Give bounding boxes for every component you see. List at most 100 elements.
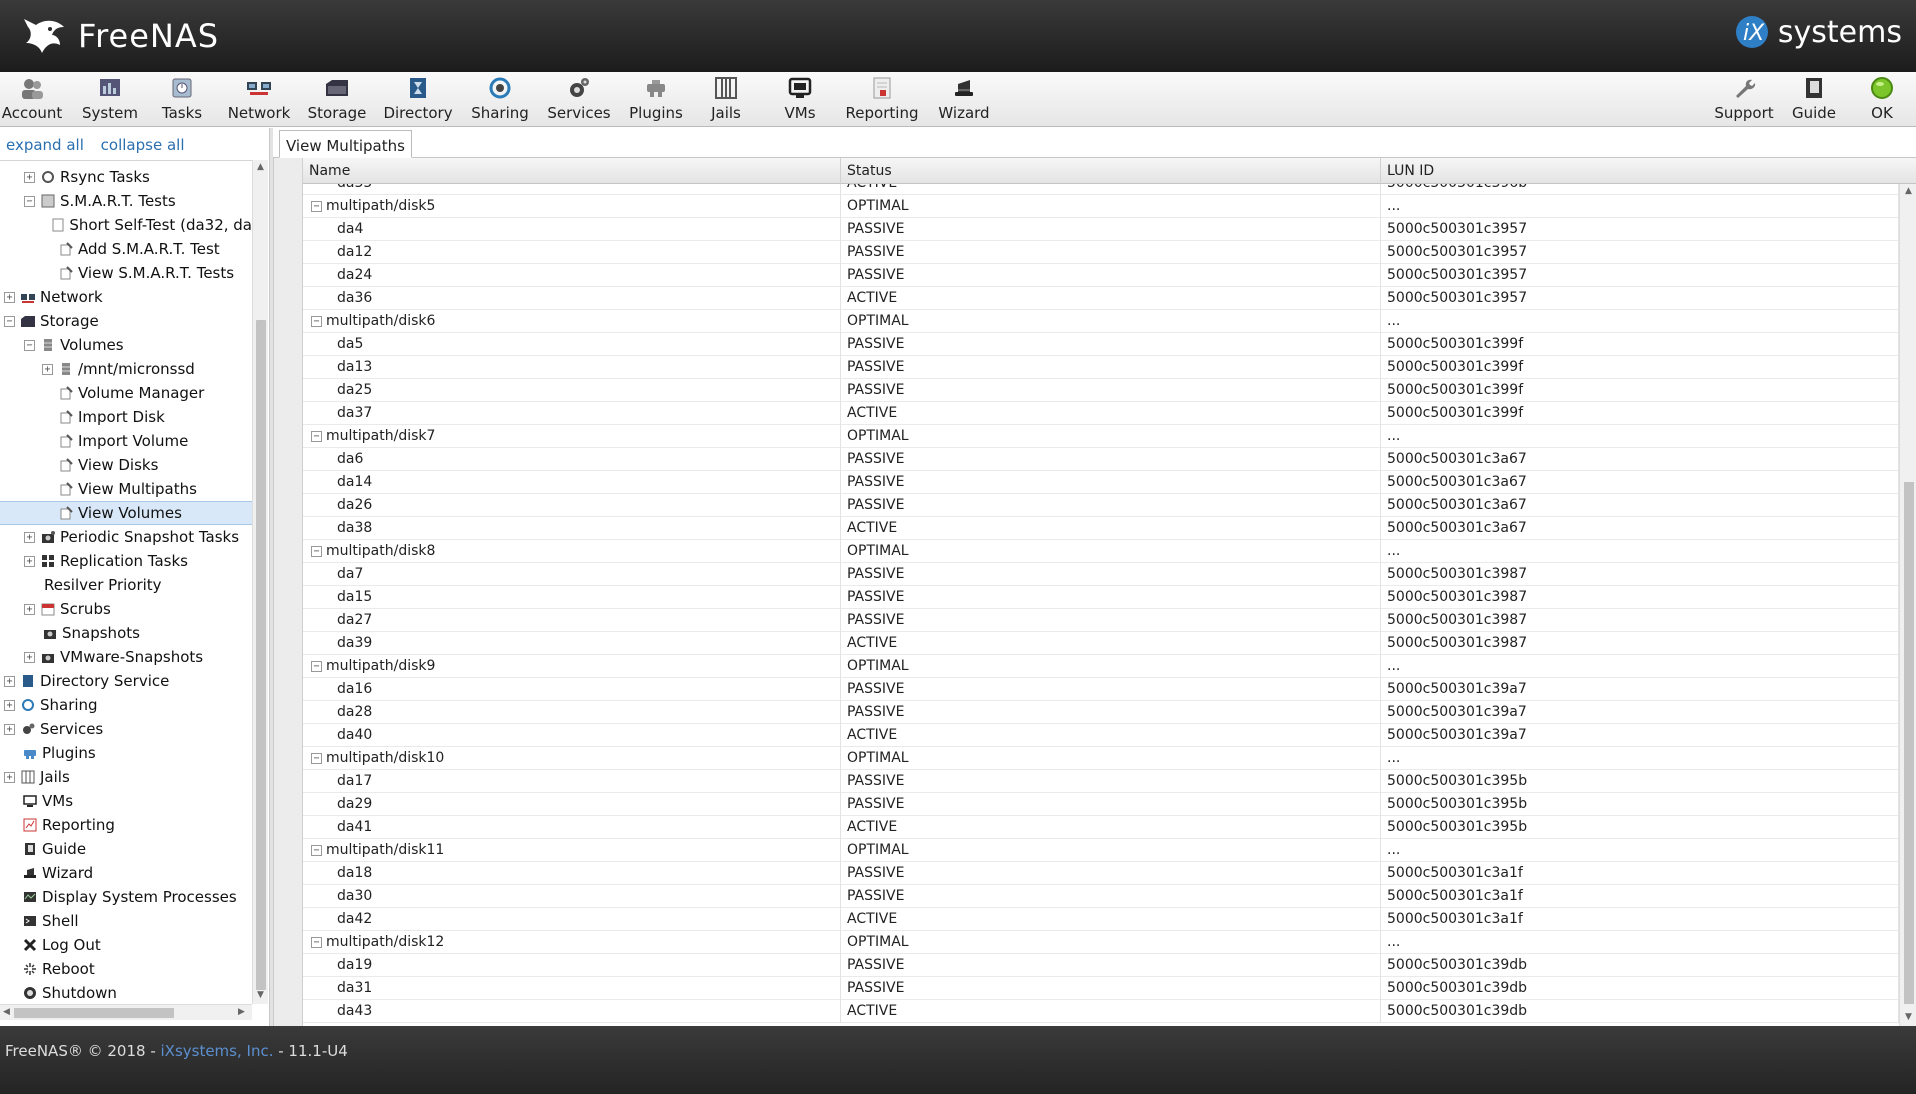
tree-horizontal-scrollbar[interactable]: ◀ ▶ <box>0 1004 252 1020</box>
scroll-right-arrow-icon[interactable]: ▶ <box>238 1007 245 1017</box>
table-row[interactable]: da18 PASSIVE 5000c500301c3a1f <box>303 862 1899 885</box>
multipath-group-row[interactable]: − multipath/disk9 OPTIMAL... <box>303 655 1899 678</box>
tree-item-view-volumes[interactable]: View Volumes <box>0 501 252 525</box>
table-row[interactable]: da15 PASSIVE 5000c500301c3987 <box>303 586 1899 609</box>
tree-item-log-out[interactable]: Log Out <box>0 933 252 957</box>
collapse-toggle-icon[interactable]: − <box>24 339 35 351</box>
tree-item-vmware-snapshots[interactable]: + VMware-Snapshots <box>0 645 252 669</box>
toolbar-directory-button[interactable]: Directory <box>383 75 453 125</box>
table-row[interactable]: da28 PASSIVE 5000c500301c39a7 <box>303 701 1899 724</box>
table-row[interactable]: da39 ACTIVE 5000c500301c3987 <box>303 632 1899 655</box>
toolbar-storage-button[interactable]: Storage <box>308 75 366 125</box>
table-row[interactable]: da38 ACTIVE 5000c500301c3a67 <box>303 517 1899 540</box>
expand-toggle-icon[interactable]: + <box>24 603 35 615</box>
expand-toggle-icon[interactable]: + <box>24 555 35 567</box>
table-row[interactable]: da6 PASSIVE 5000c500301c3a67 <box>303 448 1899 471</box>
table-row[interactable]: da42 ACTIVE 5000c500301c3a1f <box>303 908 1899 931</box>
toolbar-network-button[interactable]: Network <box>228 75 290 125</box>
tree-item-view-smart-tests[interactable]: View S.M.A.R.T. Tests <box>0 261 252 285</box>
toolbar-support-button[interactable]: Support <box>1714 75 1774 125</box>
tree-item-vms[interactable]: VMs <box>0 789 252 813</box>
tree-item-volumes[interactable]: − Volumes <box>0 333 252 357</box>
collapse-toggle-icon[interactable]: − <box>4 315 15 327</box>
toolbar-system-button[interactable]: System <box>82 75 138 125</box>
table-row[interactable]: da16 PASSIVE 5000c500301c39a7 <box>303 678 1899 701</box>
toolbar-vms-button[interactable]: VMs <box>778 75 822 125</box>
table-row[interactable]: da29 PASSIVE 5000c500301c395b <box>303 793 1899 816</box>
tree-item-import-volume[interactable]: Import Volume <box>0 429 252 453</box>
collapse-group-icon[interactable]: − <box>311 546 322 557</box>
scroll-up-arrow-icon[interactable]: ▲ <box>1905 186 1912 196</box>
tree-item-shell[interactable]: Shell <box>0 909 252 933</box>
table-row[interactable]: da30 PASSIVE 5000c500301c3a1f <box>303 885 1899 908</box>
tree-item-smart-tests[interactable]: − S.M.A.R.T. Tests <box>0 189 252 213</box>
expand-toggle-icon[interactable]: + <box>4 771 15 783</box>
tree-item-replication-tasks[interactable]: + Replication Tasks <box>0 549 252 573</box>
toolbar-account-button[interactable]: Account <box>2 75 62 125</box>
tree-item-scrubs[interactable]: + Scrubs <box>0 597 252 621</box>
tree-item-rsync-tasks[interactable]: + Rsync Tasks <box>0 165 252 189</box>
tree-item-import-disk[interactable]: Import Disk <box>0 405 252 429</box>
table-row[interactable]: da26 PASSIVE 5000c500301c3a67 <box>303 494 1899 517</box>
expand-toggle-icon[interactable]: + <box>24 531 35 543</box>
toolbar-guide-button[interactable]: Guide <box>1790 75 1838 125</box>
tree-horizontal-scroll-thumb[interactable] <box>14 1008 174 1018</box>
table-row[interactable]: da37 ACTIVE 5000c500301c399f <box>303 402 1899 425</box>
table-row[interactable]: da5 PASSIVE 5000c500301c399f <box>303 333 1899 356</box>
tree-item-volume-manager[interactable]: Volume Manager <box>0 381 252 405</box>
column-header-lun-id[interactable]: LUN ID <box>1381 158 1916 184</box>
tree-item-reporting[interactable]: Reporting <box>0 813 252 837</box>
collapse-group-icon[interactable]: − <box>311 316 322 327</box>
tree-item-reboot[interactable]: Reboot <box>0 957 252 981</box>
tree-item-short-self-test[interactable]: Short Self-Test (da32, da <box>0 213 252 237</box>
tree-item-storage[interactable]: − Storage <box>0 309 252 333</box>
tree-item-display-system-processes[interactable]: Display System Processes <box>0 885 252 909</box>
expand-all-link[interactable]: expand all <box>6 136 84 154</box>
table-row[interactable]: da14 PASSIVE 5000c500301c3a67 <box>303 471 1899 494</box>
table-row[interactable]: da27 PASSIVE 5000c500301c3987 <box>303 609 1899 632</box>
multipath-group-row[interactable]: − multipath/disk10 OPTIMAL... <box>303 747 1899 770</box>
expand-toggle-icon[interactable]: + <box>24 171 35 183</box>
toolbar-sharing-button[interactable]: Sharing <box>470 75 530 125</box>
collapse-group-icon[interactable]: − <box>311 937 322 948</box>
scroll-down-arrow-icon[interactable]: ▼ <box>257 990 264 1000</box>
expand-toggle-icon[interactable]: + <box>4 291 15 303</box>
table-row[interactable]: da13 PASSIVE 5000c500301c399f <box>303 356 1899 379</box>
scroll-down-arrow-icon[interactable]: ▼ <box>1905 1012 1912 1022</box>
tree-vertical-scroll-thumb[interactable] <box>256 320 266 990</box>
table-row[interactable]: da43 ACTIVE 5000c500301c39db <box>303 1000 1899 1023</box>
column-header-status[interactable]: Status <box>841 158 1381 184</box>
grid-vertical-scrollbar[interactable]: ▲ ▼ <box>1899 184 1916 1026</box>
toolbar-ok-status-button[interactable]: OK <box>1862 75 1902 125</box>
collapse-all-link[interactable]: collapse all <box>101 136 185 154</box>
toolbar-reporting-button[interactable]: Reporting <box>846 75 918 125</box>
ixsystems-link[interactable]: iXsystems, Inc. <box>161 1042 274 1060</box>
tree-item-mnt-micronssd[interactable]: + /mnt/micronssd <box>0 357 252 381</box>
table-row[interactable]: da17 PASSIVE 5000c500301c395b <box>303 770 1899 793</box>
toolbar-tasks-button[interactable]: Tasks <box>160 75 204 125</box>
tree-item-wizard[interactable]: Wizard <box>0 861 252 885</box>
multipath-group-row[interactable]: − multipath/disk8 OPTIMAL... <box>303 540 1899 563</box>
multipath-group-row[interactable]: − multipath/disk6 OPTIMAL... <box>303 310 1899 333</box>
multipath-group-row[interactable]: − multipath/disk12 OPTIMAL... <box>303 931 1899 954</box>
tree-item-plugins[interactable]: Plugins <box>0 741 252 765</box>
tree-item-directory-service[interactable]: + Directory Service <box>0 669 252 693</box>
multipath-group-row[interactable]: − multipath/disk5 OPTIMAL... <box>303 195 1899 218</box>
tree-item-shutdown[interactable]: Shutdown <box>0 981 252 1004</box>
toolbar-services-button[interactable]: Services <box>547 75 611 125</box>
expand-toggle-icon[interactable]: + <box>4 699 15 711</box>
collapse-group-icon[interactable]: − <box>311 845 322 856</box>
column-header-name[interactable]: Name <box>303 158 841 184</box>
table-row[interactable]: da36 ACTIVE 5000c500301c3957 <box>303 287 1899 310</box>
tree-item-resilver-priority[interactable]: Resilver Priority <box>0 573 252 597</box>
expand-toggle-icon[interactable]: + <box>4 723 15 735</box>
multipath-group-row[interactable]: − multipath/disk7 OPTIMAL... <box>303 425 1899 448</box>
collapse-toggle-icon[interactable]: − <box>24 195 35 207</box>
expand-toggle-icon[interactable]: + <box>4 675 15 687</box>
table-row[interactable]: da31 PASSIVE 5000c500301c39db <box>303 977 1899 1000</box>
tree-item-add-smart-test[interactable]: Add S.M.A.R.T. Test <box>0 237 252 261</box>
expand-toggle-icon[interactable]: + <box>24 651 35 663</box>
scroll-left-arrow-icon[interactable]: ◀ <box>3 1007 10 1017</box>
collapse-group-icon[interactable]: − <box>311 753 322 764</box>
toolbar-wizard-button[interactable]: Wizard <box>938 75 990 125</box>
